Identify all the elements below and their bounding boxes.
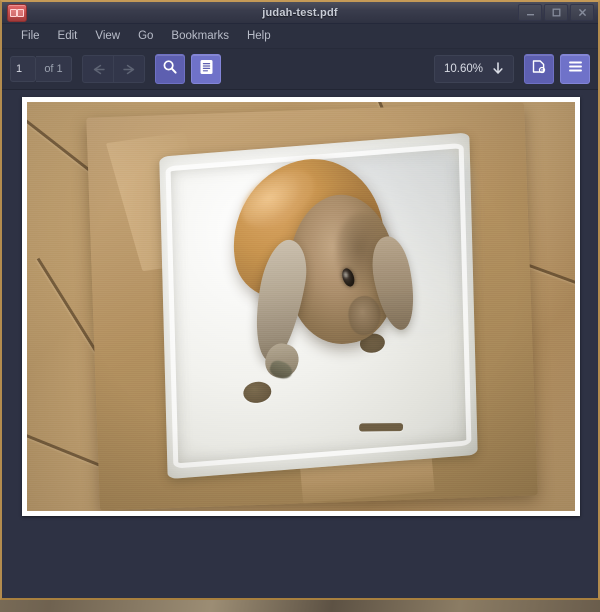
document-viewer-icon (7, 3, 27, 22)
previous-page-button[interactable] (83, 56, 113, 82)
find-button[interactable] (155, 54, 185, 84)
menu-item-view[interactable]: View (86, 27, 129, 45)
minimize-icon[interactable] (518, 4, 542, 21)
box-slot (358, 423, 403, 432)
menu-item-go[interactable]: Go (129, 27, 162, 45)
zoom-level-value: 10.60% (443, 63, 483, 75)
toolbar-left-group: 1 of 1 (10, 54, 227, 84)
arrow-down-icon[interactable] (492, 61, 504, 77)
close-icon[interactable] (570, 4, 594, 21)
page-total-label: of 1 (36, 56, 72, 82)
window-controls (516, 2, 598, 23)
document-viewer-window: judah-test.pdf File Edit View Go Bookmar… (0, 0, 600, 600)
foam-packing-sheet (159, 132, 478, 480)
page-number-input[interactable]: 1 (10, 56, 36, 82)
page-settings-icon (531, 59, 547, 80)
menu-item-edit[interactable]: Edit (49, 27, 87, 45)
menu-bar: File Edit View Go Bookmarks Help (2, 24, 598, 49)
pdf-page[interactable] (22, 97, 580, 516)
cardboard-box (86, 102, 538, 511)
rabbit-muzzle (345, 292, 384, 338)
hamburger-menu-icon (568, 60, 583, 78)
next-page-button[interactable] (113, 56, 144, 82)
maximize-icon[interactable] (544, 4, 568, 21)
menu-item-bookmarks[interactable]: Bookmarks (162, 27, 238, 45)
menu-item-file[interactable]: File (12, 27, 49, 45)
toolbar: 1 of 1 10.60% (2, 49, 598, 90)
sidebar-toggle-button[interactable] (191, 54, 221, 84)
rabbit-photograph (27, 102, 575, 511)
main-menu-button[interactable] (560, 54, 590, 84)
title-bar[interactable]: judah-test.pdf (2, 2, 598, 24)
window-title: judah-test.pdf (262, 6, 338, 19)
page-setup-button[interactable] (524, 54, 554, 84)
magnifier-icon (162, 59, 178, 80)
menu-item-help[interactable]: Help (238, 27, 280, 45)
rabbit (218, 144, 421, 385)
document-pane-icon (199, 59, 214, 80)
toolbar-right-group: 10.60% (433, 54, 590, 84)
page-navigation-group (82, 55, 145, 83)
document-canvas[interactable] (2, 90, 598, 598)
zoom-selector[interactable]: 10.60% (433, 55, 514, 83)
